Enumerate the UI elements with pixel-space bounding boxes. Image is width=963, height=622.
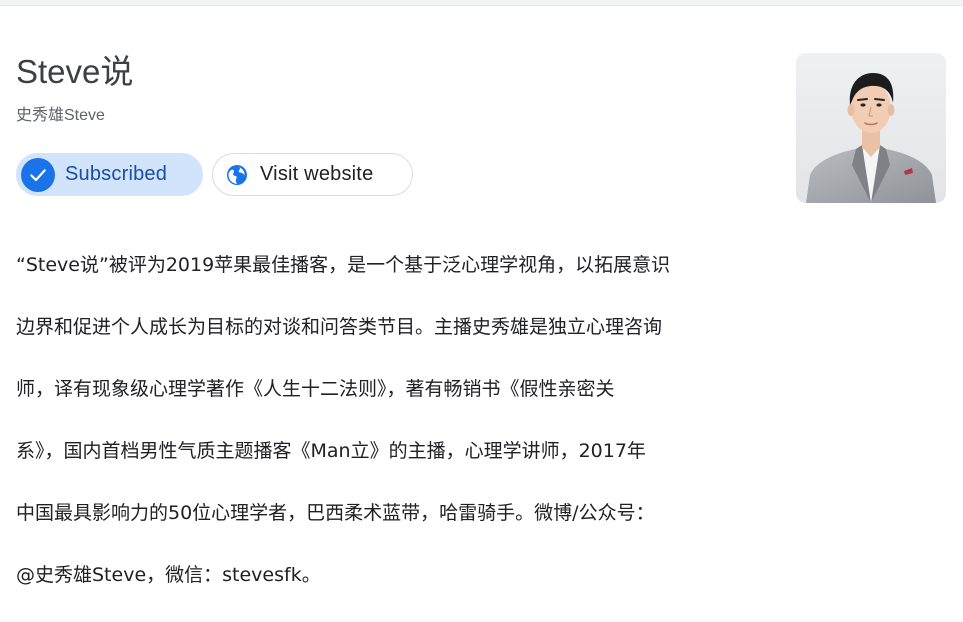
podcast-author: 史秀雄Steve (16, 107, 105, 124)
description-line: 边界和促进个人成长为目标的对谈和问答类节目。主播史秀雄是独立心理咨询 (16, 316, 663, 338)
top-divider (0, 0, 963, 6)
description-line: @史秀雄Steve，微信：stevesfk。 (16, 564, 321, 586)
visit-website-label: Visit website (260, 163, 374, 185)
visit-website-button[interactable]: Visit website (212, 153, 413, 196)
podcast-description: “Steve说”被评为2019苹果最佳播客，是一个基于泛心理学视角，以拓展意识 … (16, 219, 746, 622)
description-line: 中国最具影响力的50位心理学者，巴西柔术蓝带，哈雷骑手。微博/公众号： (16, 502, 655, 524)
host-portrait (796, 53, 946, 203)
globe-icon (225, 163, 249, 187)
podcast-cover-image (796, 53, 946, 203)
podcast-title: Steve说 (16, 53, 134, 90)
description-line: 师，译有现象级心理学著作《人生十二法则》，著有畅销书《假性亲密关 (16, 378, 615, 400)
description-line: “Steve说”被评为2019苹果最佳播客，是一个基于泛心理学视角，以拓展意识 (16, 254, 671, 276)
check-icon (21, 157, 55, 192)
subscribed-label: Subscribed (65, 163, 168, 185)
subscribed-button[interactable]: Subscribed (16, 153, 203, 196)
